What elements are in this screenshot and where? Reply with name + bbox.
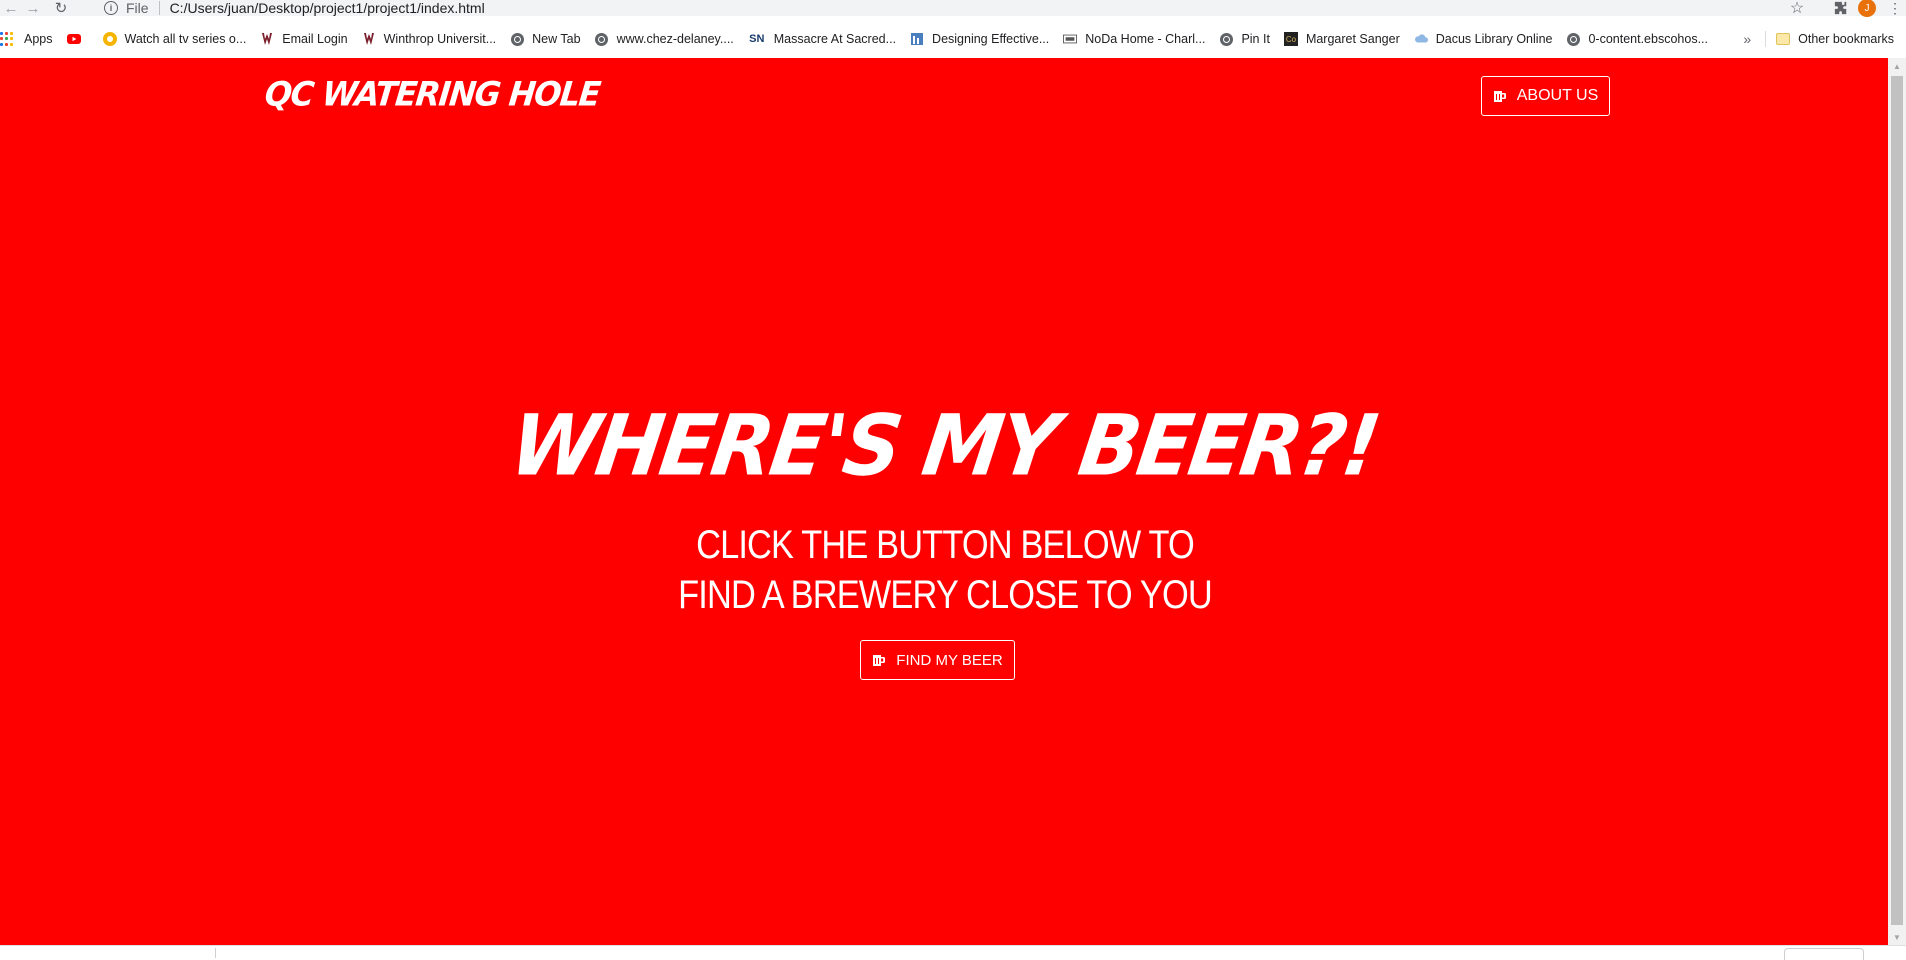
bookmark-apps[interactable]: Apps xyxy=(0,27,53,51)
profile-avatar[interactable]: J xyxy=(1858,0,1876,17)
youtube-icon xyxy=(66,32,81,46)
other-bookmarks-label: Other bookmarks xyxy=(1798,32,1894,46)
bookmark-dacus-library[interactable]: Dacus Library Online xyxy=(1414,27,1553,51)
address-bar[interactable]: i File C:/Users/juan/Desktop/project1/pr… xyxy=(94,0,1786,16)
bookmark-label: Watch all tv series o... xyxy=(124,32,247,46)
forward-arrow-icon[interactable]: → xyxy=(22,0,44,16)
cloud-icon xyxy=(1414,32,1428,46)
bookmark-label: www.chez-delaney.... xyxy=(616,32,734,46)
bookmark-label: Winthrop Universit... xyxy=(383,32,497,46)
info-icon[interactable]: i xyxy=(104,1,118,15)
kebab-menu-icon[interactable]: ⋮ xyxy=(1888,1,1902,15)
bookmark-new-tab[interactable]: New Tab xyxy=(510,27,581,51)
toolbar-right: ☆ J ⋮ xyxy=(1786,0,1906,18)
globe-icon xyxy=(595,32,609,46)
folder-icon xyxy=(1776,33,1791,45)
bookmark-designing-effective[interactable]: Designing Effective... xyxy=(910,27,1049,51)
beer-mug-icon xyxy=(1493,89,1507,103)
bookmark-pin-it[interactable]: Pin It xyxy=(1219,27,1270,51)
bookmark-noda[interactable]: NoDa Home - Charl... xyxy=(1063,27,1205,51)
globe-icon xyxy=(510,32,524,46)
apps-grid-icon xyxy=(0,32,14,46)
globe-icon xyxy=(1566,32,1580,46)
brand-logo[interactable]: QC Watering Hole xyxy=(263,74,602,114)
scrollbar-thumb[interactable] xyxy=(1891,76,1903,925)
extensions-puzzle-icon[interactable] xyxy=(1830,0,1852,16)
browser-toolbar: ← → ↻ i File C:/Users/juan/Desktop/proje… xyxy=(0,0,1906,18)
bookmark-email-login[interactable]: Email Login xyxy=(260,27,348,51)
horizontal-scroll-strip xyxy=(0,945,1906,960)
strip-tab xyxy=(1784,948,1864,960)
winthrop-icon xyxy=(362,32,376,46)
scroll-down-arrow-icon[interactable]: ▼ xyxy=(1888,929,1906,945)
globe-icon xyxy=(1219,32,1233,46)
bookmark-label: Designing Effective... xyxy=(932,32,1050,46)
bookmarks-separator xyxy=(1765,31,1767,47)
vertical-scrollbar[interactable]: ▲ ▼ xyxy=(1888,58,1906,945)
sn-icon: SN xyxy=(749,33,765,45)
hero-subtitle: CLICK THE BUTTON BELOW TO FIND A BREWERY… xyxy=(678,523,1213,617)
bookmark-margaret-sanger[interactable]: Co Margaret Sanger xyxy=(1283,27,1400,51)
bookmark-star-icon[interactable]: ☆ xyxy=(1786,0,1808,18)
more-bookmarks-chevron-icon[interactable]: » xyxy=(1743,31,1751,47)
hero-title: Where's My Beer?! xyxy=(504,396,1384,495)
co-icon: Co xyxy=(1283,32,1298,46)
page-content: QC Watering Hole ABOUT US Where's My Bee… xyxy=(0,58,1888,945)
bookmark-label: Email Login xyxy=(282,32,348,46)
find-my-beer-label: FIND MY BEER xyxy=(896,651,1003,669)
bookmark-chez-delaney[interactable]: www.chez-delaney.... xyxy=(595,27,734,51)
winthrop-icon xyxy=(260,32,274,46)
back-arrow-icon[interactable]: ← xyxy=(0,0,22,16)
bookmark-label: Pin It xyxy=(1241,32,1270,46)
bookmark-youtube[interactable] xyxy=(66,27,89,51)
scheme-label: File xyxy=(126,0,149,16)
beer-mug-icon xyxy=(872,653,886,667)
about-us-label: ABOUT US xyxy=(1516,87,1599,104)
noda-icon xyxy=(1063,32,1078,46)
other-bookmarks[interactable]: Other bookmarks xyxy=(1776,27,1894,51)
about-us-button[interactable]: ABOUT US xyxy=(1481,76,1610,116)
scroll-up-arrow-icon[interactable]: ▲ xyxy=(1888,58,1906,74)
bookmark-label: Margaret Sanger xyxy=(1305,32,1400,46)
bookmark-label: Apps xyxy=(24,32,53,46)
bookmark-massacre[interactable]: SN Massacre At Sacred... xyxy=(748,27,896,51)
bookmarks-bar-right: » Other bookmarks xyxy=(1743,24,1906,54)
bookmark-label: 0-content.ebscohos... xyxy=(1588,32,1708,46)
document-icon xyxy=(910,32,924,46)
bookmarks-bar: Apps Watch all tv series o... Email Logi… xyxy=(0,24,1906,54)
tv-series-icon xyxy=(102,32,117,46)
find-my-beer-button[interactable]: FIND MY BEER xyxy=(860,640,1015,680)
url-text[interactable]: C:/Users/juan/Desktop/project1/project1/… xyxy=(170,0,485,16)
bookmark-tv-series[interactable]: Watch all tv series o... xyxy=(102,27,247,51)
omnibox-divider xyxy=(158,1,160,15)
bookmark-label: NoDa Home - Charl... xyxy=(1085,32,1206,46)
bookmark-label: New Tab xyxy=(532,32,581,46)
strip-divider xyxy=(215,948,216,958)
bookmark-label: Dacus Library Online xyxy=(1435,32,1553,46)
bookmark-label: Massacre At Sacred... xyxy=(773,32,897,46)
bookmark-winthrop[interactable]: Winthrop Universit... xyxy=(362,27,497,51)
reload-icon[interactable]: ↻ xyxy=(50,0,72,16)
bookmark-ebscohost[interactable]: 0-content.ebscohos... xyxy=(1566,27,1708,51)
